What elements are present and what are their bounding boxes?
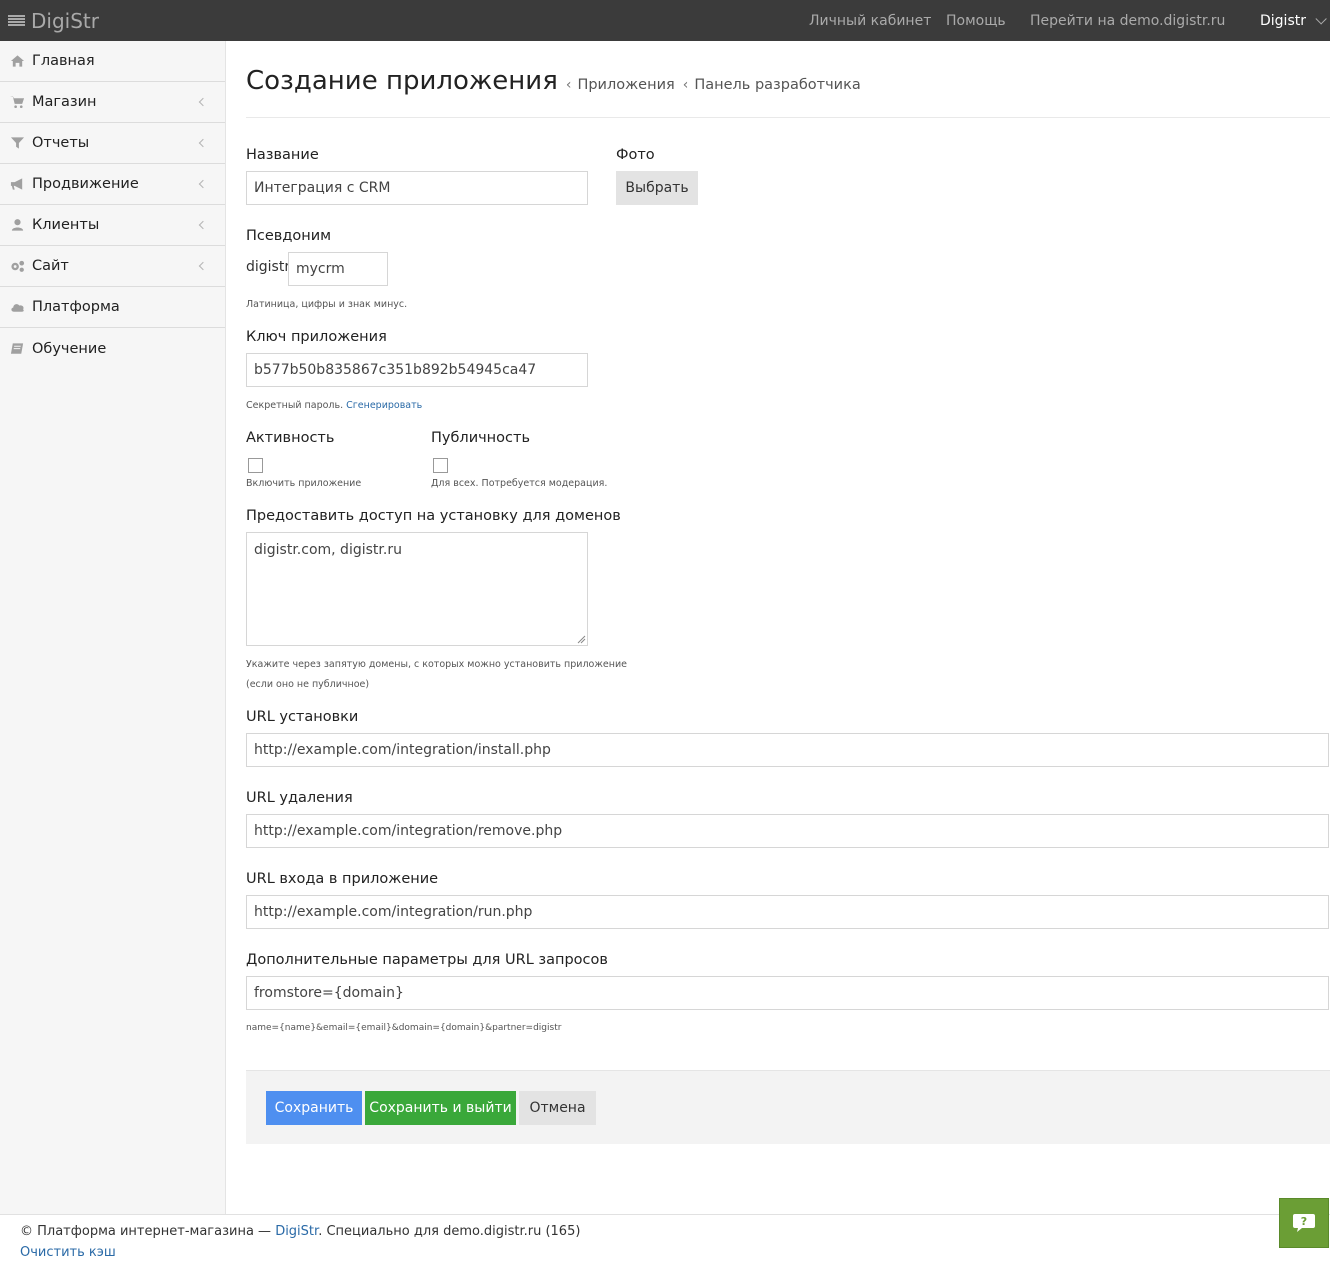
public-checkbox[interactable]	[433, 458, 448, 473]
chevron-left-icon	[198, 138, 208, 148]
home-icon	[9, 54, 25, 68]
name-label: Название	[246, 147, 319, 163]
public-help: Для всех. Потребуется модерация.	[431, 478, 608, 489]
sidebar-item-home[interactable]: Главная	[0, 41, 225, 82]
chevron-left-icon	[198, 179, 208, 189]
app-key-input[interactable]: b577b50b835867c351b892b54945ca47	[246, 353, 588, 387]
params-help: name={name}&email={email}&domain={domain…	[246, 1023, 562, 1033]
sidebar-item-promotion[interactable]: Продвижение	[0, 164, 225, 205]
hamburger-icon[interactable]	[8, 15, 25, 26]
generate-key-link[interactable]: Сгенерировать	[346, 400, 422, 411]
cart-icon	[9, 95, 25, 109]
clear-cache-link[interactable]: Очистить кэш	[20, 1245, 116, 1260]
install-url-input[interactable]: http://example.com/integration/install.p…	[246, 733, 1329, 767]
top-navbar: DigiStr Личный кабинет Помощь Перейти на…	[0, 0, 1330, 41]
public-label: Публичность	[431, 430, 531, 446]
params-input[interactable]: fromstore={domain}	[246, 976, 1329, 1010]
chevron-left-icon	[198, 97, 208, 107]
active-checkbox[interactable]	[248, 458, 263, 473]
remove-url-label: URL удаления	[246, 790, 353, 806]
chevron-left-icon	[198, 261, 208, 271]
footer-prefix: © Платформа интернет-магазина —	[20, 1224, 276, 1239]
remove-url-input[interactable]: http://example.com/integration/remove.ph…	[246, 814, 1329, 848]
sidebar: Главная Магазин Отчеты Продвижение Клиен…	[0, 41, 226, 1214]
sidebar-item-shop[interactable]: Магазин	[0, 82, 225, 123]
chevron-down-icon	[1315, 12, 1327, 25]
save-button[interactable]: Сохранить	[266, 1091, 362, 1125]
nav-link-account[interactable]: Личный кабинет	[809, 0, 931, 41]
params-label: Дополнительные параметры для URL запросо…	[246, 952, 608, 968]
photo-label: Фото	[616, 147, 655, 163]
sidebar-item-label: Магазин	[32, 94, 97, 110]
domains-textarea[interactable]: digistr.com, digistr.ru	[246, 532, 588, 646]
save-and-exit-button[interactable]: Сохранить и выйти	[365, 1091, 516, 1125]
active-label: Активность	[246, 430, 335, 446]
footer-brand-link[interactable]: DigiStr	[275, 1224, 318, 1239]
question-bubble-icon: ?	[1293, 1214, 1315, 1232]
nav-link-go-to-site[interactable]: Перейти на demo.digistr.ru	[1030, 0, 1225, 41]
divider	[246, 117, 1330, 118]
sidebar-item-site[interactable]: Сайт	[0, 246, 225, 287]
user-menu[interactable]: Digistr	[1260, 0, 1327, 41]
alias-input[interactable]: mycrm	[288, 252, 388, 286]
key-label: Ключ приложения	[246, 329, 387, 345]
domains-value: digistr.com, digistr.ru	[254, 542, 402, 558]
user-name: Digistr	[1260, 12, 1306, 29]
sidebar-item-label: Сайт	[32, 258, 69, 274]
nav-link-help[interactable]: Помощь	[946, 0, 1006, 41]
install-url-label: URL установки	[246, 709, 359, 725]
sidebar-item-label: Обучение	[32, 340, 107, 357]
breadcrumb-apps[interactable]: Приложения	[577, 77, 674, 93]
alias-help: Латиница, цифры и знак минус.	[246, 299, 408, 310]
key-help-text: Секретный пароль.	[246, 400, 344, 411]
page-header: Создание приложения ‹ Приложения ‹ Панел…	[246, 66, 861, 96]
resize-handle-icon[interactable]	[577, 635, 586, 644]
sidebar-item-label: Продвижение	[32, 176, 139, 192]
choose-photo-button[interactable]: Выбрать	[616, 171, 698, 205]
cloud-icon	[9, 300, 25, 314]
footer: © Платформа интернет-магазина — DigiStr.…	[20, 1224, 580, 1239]
filter-icon	[9, 136, 25, 150]
domains-help-line2: (если оно не публичное)	[246, 679, 370, 690]
book-icon	[9, 342, 25, 356]
svg-text:?: ?	[1301, 1215, 1307, 1228]
user-icon	[9, 218, 25, 232]
sidebar-item-label: Клиенты	[32, 217, 100, 233]
run-url-label: URL входа в приложение	[246, 871, 439, 887]
sidebar-item-learning[interactable]: Обучение	[0, 328, 225, 369]
domains-help-line1: Укажите через запятую домены, с которых …	[246, 659, 627, 670]
domains-label: Предоставить доступ на установку для дом…	[246, 508, 621, 524]
chevron-left-icon	[198, 220, 208, 230]
active-help: Включить приложение	[246, 478, 362, 489]
sidebar-item-platform[interactable]: Платформа	[0, 287, 225, 328]
brand-logo[interactable]: DigiStr	[8, 0, 99, 41]
megaphone-icon	[9, 177, 25, 191]
page-title: Создание приложения	[246, 66, 558, 96]
footer-suffix: . Специально для demo.digistr.ru (165)	[318, 1224, 581, 1239]
name-input[interactable]: Интеграция с CRM	[246, 171, 588, 205]
alias-prefix: digistr-	[246, 259, 295, 275]
sidebar-item-clients[interactable]: Клиенты	[0, 205, 225, 246]
run-url-input[interactable]: http://example.com/integration/run.php	[246, 895, 1329, 929]
sidebar-item-label: Платформа	[32, 299, 120, 315]
cancel-button[interactable]: Отмена	[519, 1091, 596, 1125]
form-actions: Сохранить Сохранить и выйти Отмена	[246, 1070, 1330, 1144]
brand-name: DigiStr	[31, 8, 99, 33]
chevron-left-icon: ‹	[565, 77, 572, 93]
sidebar-item-label: Главная	[32, 53, 95, 69]
sidebar-item-label: Отчеты	[32, 135, 90, 151]
gears-icon	[9, 259, 25, 273]
footer-divider	[0, 1214, 1330, 1215]
key-help: Секретный пароль. Сгенерировать	[246, 400, 422, 411]
help-chat-button[interactable]: ?	[1279, 1198, 1329, 1248]
breadcrumb-dev-panel[interactable]: Панель разработчика	[694, 77, 860, 93]
chevron-left-icon: ‹	[682, 77, 689, 93]
alias-label: Псевдоним	[246, 228, 332, 244]
sidebar-item-reports[interactable]: Отчеты	[0, 123, 225, 164]
